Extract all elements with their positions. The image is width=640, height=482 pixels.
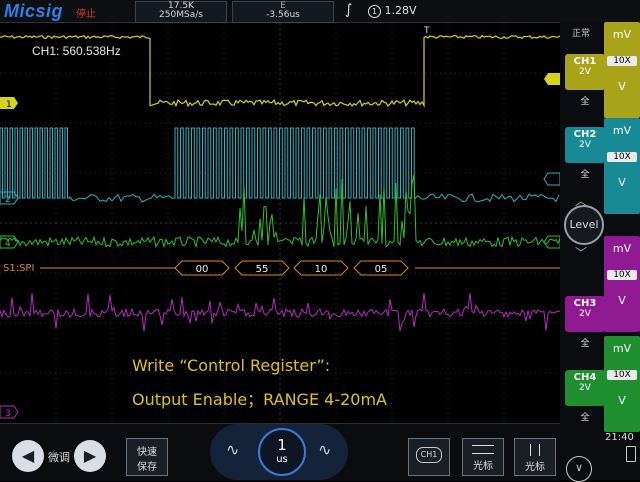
ch3-probe: 10X <box>607 270 637 280</box>
ch1-unit-top: mV <box>612 28 632 41</box>
chevron-down-icon[interactable]: ∨ <box>566 456 592 482</box>
ch4-unit-bottom: V <box>618 394 626 407</box>
cursor-h-label: 光标 <box>473 461 493 472</box>
timebase-number: 1 <box>277 436 287 454</box>
annotation-line-2: Output Enable；RANGE 4-20mA <box>132 390 387 409</box>
horizontal-delay[interactable]: E -3.56us <box>232 1 334 23</box>
ch1-name: CH1 <box>573 56 597 67</box>
waveform-display[interactable]: CH1: 560.538Hz S1:SPI 00 55 10 05 1 2 4 … <box>0 23 560 423</box>
ch2-marker-label: 2 <box>5 195 11 205</box>
fine-right-button[interactable]: ▶ <box>74 440 106 472</box>
ch2-label[interactable]: CH2 2V 全 <box>565 127 605 180</box>
ch1-unit-bottom: V <box>618 80 626 93</box>
ch1-probe: 10X <box>607 56 637 66</box>
ch4-scale: 2V <box>579 383 591 393</box>
ch2-waveform <box>0 127 560 203</box>
decode-byte: 00 <box>196 264 209 275</box>
scope-screen[interactable]: CH1: 560.538Hz S1:SPI 00 55 10 05 1 2 4 … <box>0 23 560 423</box>
ch3-label[interactable]: CH3 2V 全 <box>565 296 605 349</box>
decode-byte: 05 <box>375 264 388 275</box>
vertical-cursor-button[interactable]: 光标 <box>514 438 556 476</box>
ch4-marker-label: 4 <box>5 239 11 249</box>
ch2-scale: 2V <box>579 140 591 150</box>
timebase-unit: us <box>276 454 288 465</box>
decode-label: S1:SPI <box>3 263 34 274</box>
fine-left-button[interactable]: ◀ <box>12 440 44 472</box>
annotation-line-1: Write “Control Register”: <box>132 356 330 375</box>
delay-value: -3.56us <box>266 10 300 20</box>
clock: 21:40 <box>605 432 634 443</box>
ch4-label[interactable]: CH4 2V 全 <box>565 370 605 423</box>
horizontal-cursor-button[interactable]: 光标 <box>462 438 504 476</box>
battery-icon <box>626 446 636 462</box>
ch1-settings-tile[interactable]: mV 10X V <box>604 22 640 118</box>
frequency-measurement: CH1: 560.538Hz <box>32 44 121 58</box>
ch1-scale: 2V <box>579 67 591 77</box>
ch2-level-marker[interactable] <box>543 172 560 186</box>
wave-right-icon[interactable]: ∿ <box>318 440 331 459</box>
ch3-coupling: 全 <box>580 339 590 349</box>
ch3-marker-label: 3 <box>5 409 11 419</box>
ch2-probe: 10X <box>607 152 637 162</box>
quick-save-line2: 保存 <box>137 462 157 473</box>
quick-save-line1: 快速 <box>137 447 157 458</box>
decode-byte: 10 <box>315 264 328 275</box>
ch3-scale: 2V <box>579 309 591 319</box>
arrow-left-icon: ◀ <box>21 446 35 465</box>
ch4-settings-tile[interactable]: mV 10X V <box>604 336 640 432</box>
quick-save-button[interactable]: 快速 保存 <box>126 438 168 476</box>
ch1-circle-icon: 1 <box>368 5 381 18</box>
ch2-coupling: 全 <box>580 170 590 180</box>
ch1-marker-label: 1 <box>6 100 12 110</box>
chevron-down-icon[interactable]: ﹀ <box>575 244 587 261</box>
ch1-coupling: 全 <box>580 97 590 107</box>
ch2-name: CH2 <box>573 129 597 140</box>
fine-adjust-label: 微调 <box>48 451 70 464</box>
cursor-v-label: 光标 <box>525 462 545 473</box>
acquisition-info[interactable]: 17.5K 250MSa/s <box>135 1 227 23</box>
spi-decode-bus: S1:SPI 00 55 10 05 <box>3 260 560 276</box>
vertical-cursor-icon <box>530 444 540 456</box>
ch3-unit-bottom: V <box>618 294 626 307</box>
horizontal-cursor-icon <box>472 445 494 454</box>
trigger-level[interactable]: 1 1.28V <box>368 4 417 18</box>
trigger-level-value: 1.28V <box>384 4 417 17</box>
ch2-settings-tile[interactable]: mV 10X V <box>604 118 640 214</box>
level-knob[interactable]: Level <box>564 205 604 245</box>
ch1-select-label: CH1 <box>416 447 442 463</box>
ch1-select-button[interactable]: CH1 <box>408 438 450 476</box>
trigger-position-marker: T <box>423 26 430 36</box>
status-bar: Micsig 停止 17.5K 250MSa/s E -3.56us ∫ 1 1… <box>0 0 640 23</box>
trigger-mode[interactable]: 正常 <box>572 26 590 39</box>
wave-left-icon[interactable]: ∿ <box>226 440 239 459</box>
ch1-trigger-level-marker[interactable] <box>544 73 560 85</box>
rising-edge-icon[interactable]: ∫ <box>345 2 352 18</box>
ch2-unit-bottom: V <box>618 176 626 189</box>
ch1-label[interactable]: CH1 2V 全 <box>565 54 605 107</box>
run-stop-status[interactable]: 停止 <box>76 5 96 20</box>
sample-rate: 250MSa/s <box>159 10 203 20</box>
decode-byte: 55 <box>256 264 269 275</box>
ch4-name: CH4 <box>573 372 597 383</box>
ch4-probe: 10X <box>607 370 637 380</box>
ch3-settings-tile[interactable]: mV 10X V <box>604 236 640 332</box>
arrow-right-icon: ▶ <box>83 446 97 465</box>
ch4-unit-top: mV <box>612 342 632 355</box>
ch2-unit-top: mV <box>612 124 632 137</box>
ch3-unit-top: mV <box>612 242 632 255</box>
ch4-coupling: 全 <box>580 413 590 423</box>
ch3-name: CH3 <box>573 298 597 309</box>
timebase-value[interactable]: 1 us <box>258 428 306 476</box>
brand-logo: Micsig <box>4 1 64 21</box>
